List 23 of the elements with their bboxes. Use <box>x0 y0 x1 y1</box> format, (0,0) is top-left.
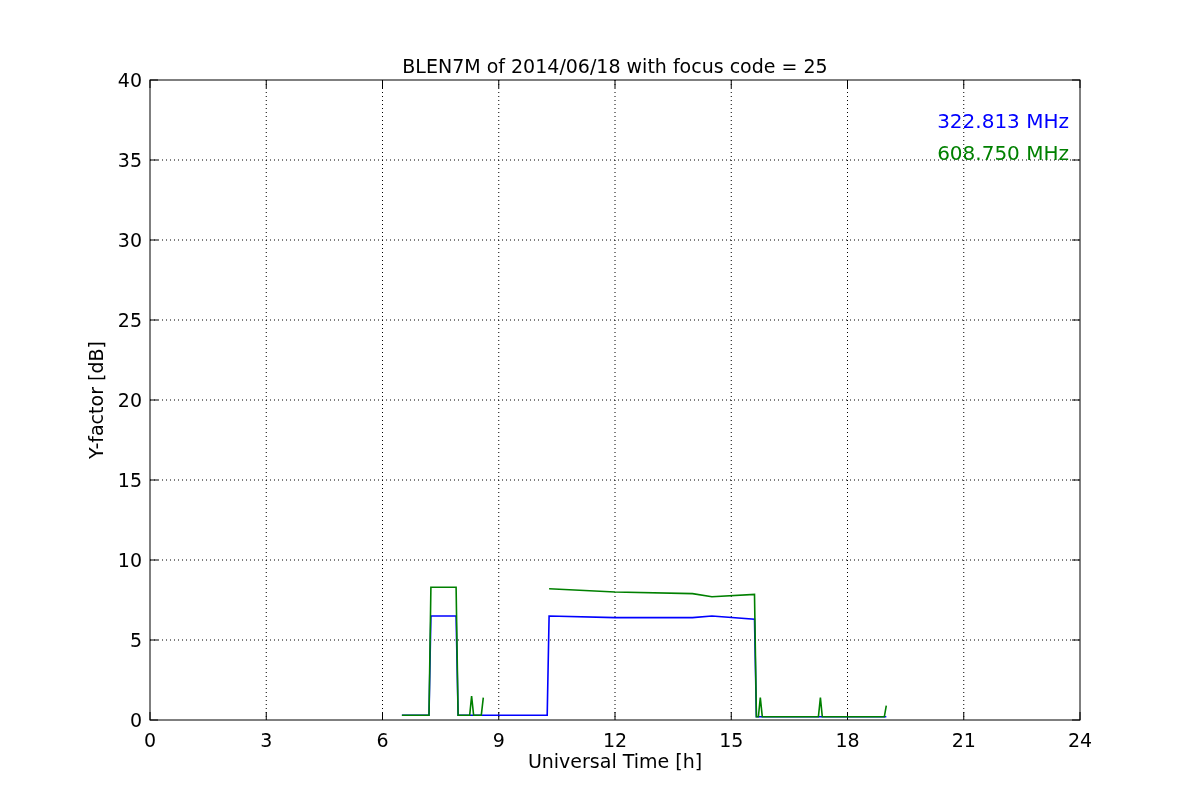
tick-label: 9 <box>492 729 505 751</box>
axis-title: Y-factor [dB] <box>85 341 107 459</box>
tick-label: 35 <box>117 149 142 171</box>
tick-label: 3 <box>260 729 273 751</box>
tick-label: 0 <box>129 709 142 731</box>
tick-label: 18 <box>835 729 860 751</box>
tick-label: 25 <box>117 309 142 331</box>
tick-label: 20 <box>117 389 142 411</box>
axis-title: Universal Time [h] <box>527 750 703 772</box>
chart-title: BLEN7M of 2014/06/18 with focus code = 25 <box>402 55 828 77</box>
tick-label: 21 <box>951 729 976 751</box>
tick-label: 15 <box>719 729 744 751</box>
tick-label: 40 <box>117 69 142 91</box>
legend-label: 608.750 MHz <box>937 141 1069 165</box>
tick-label: 15 <box>117 469 142 491</box>
tick-label: 10 <box>117 549 142 571</box>
tick-label: 30 <box>117 229 142 251</box>
tick-label: 24 <box>1067 729 1093 751</box>
tick-label: 6 <box>376 729 389 751</box>
tick-label: 5 <box>129 629 142 651</box>
tick-label: 12 <box>602 729 628 751</box>
tick-label: 0 <box>143 729 157 751</box>
legend-label: 322.813 MHz <box>937 109 1069 133</box>
